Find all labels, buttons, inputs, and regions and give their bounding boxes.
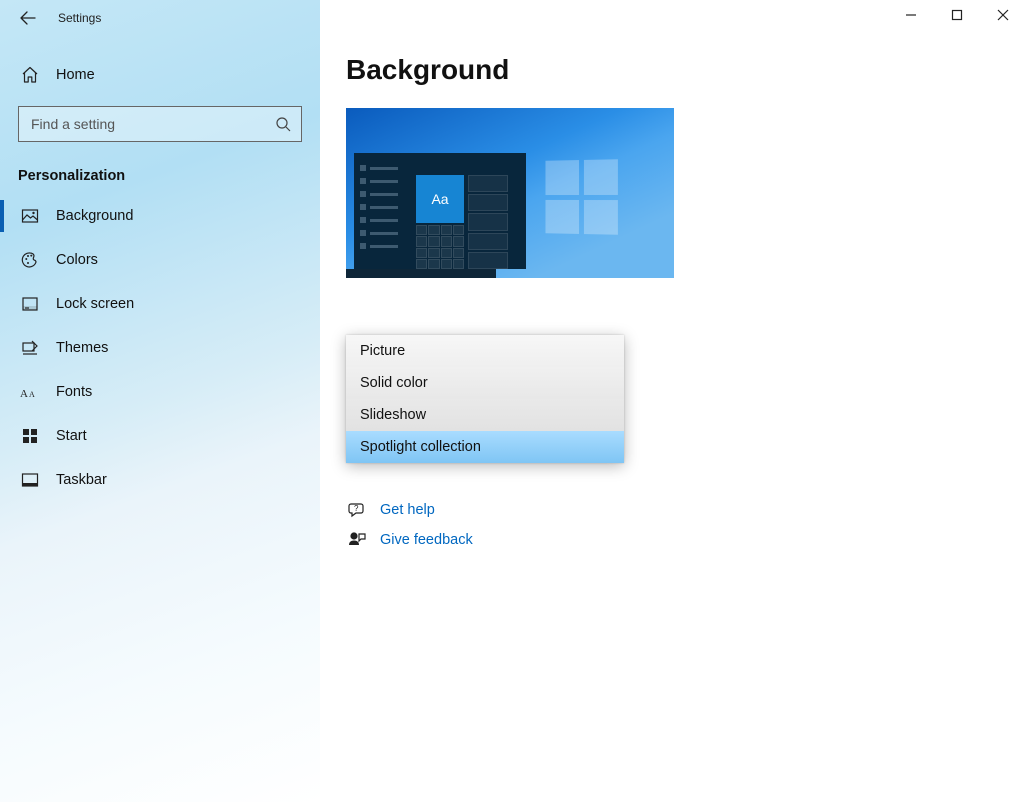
background-type-dropdown[interactable]: Picture Solid color Slideshow Spotlight … — [346, 335, 624, 463]
feedback-icon — [346, 531, 368, 549]
preview-start-menu: Aa — [354, 153, 526, 269]
back-button[interactable] — [12, 2, 44, 34]
close-button[interactable] — [980, 0, 1026, 30]
dropdown-option-slideshow[interactable]: Slideshow — [346, 399, 624, 431]
palette-icon — [20, 251, 40, 269]
preview-sample-text: Aa — [416, 175, 464, 223]
get-help-row[interactable]: ? Get help — [346, 501, 1026, 519]
dropdown-option-spotlight[interactable]: Spotlight collection — [346, 431, 624, 463]
svg-text:A: A — [29, 390, 35, 399]
main-area: Background Aa — [320, 0, 1026, 802]
home-icon — [20, 66, 40, 84]
nav-label: Fonts — [56, 384, 92, 400]
app-title: Settings — [58, 11, 101, 25]
home-label: Home — [56, 67, 95, 83]
arrow-left-icon — [20, 10, 36, 26]
give-feedback-row[interactable]: Give feedback — [346, 531, 1026, 549]
minimize-button[interactable] — [888, 0, 934, 30]
dropdown-option-picture[interactable]: Picture — [346, 335, 624, 367]
nav-label: Lock screen — [56, 296, 134, 312]
nav-label: Background — [56, 208, 133, 224]
maximize-icon — [951, 9, 963, 21]
preview-taskbar — [346, 269, 496, 278]
nav-item-colors[interactable]: Colors — [0, 238, 320, 282]
sidebar: Settings Home Personalization Background — [0, 0, 320, 802]
dropdown-option-solid-color[interactable]: Solid color — [346, 367, 624, 399]
themes-icon — [20, 339, 40, 357]
maximize-button[interactable] — [934, 0, 980, 30]
titlebar-left: Settings — [0, 0, 320, 36]
nav-label: Themes — [56, 340, 108, 356]
give-feedback-link[interactable]: Give feedback — [380, 532, 473, 548]
nav-label: Colors — [56, 252, 98, 268]
fonts-icon: AA — [20, 383, 40, 401]
get-help-link[interactable]: Get help — [380, 502, 435, 518]
nav-label: Taskbar — [56, 472, 107, 488]
svg-text:?: ? — [354, 504, 359, 513]
nav-item-lockscreen[interactable]: Lock screen — [0, 282, 320, 326]
svg-text:A: A — [20, 388, 28, 400]
search-input[interactable] — [29, 115, 253, 133]
nav-label: Start — [56, 428, 87, 444]
home-link[interactable]: Home — [0, 54, 320, 96]
nav-item-themes[interactable]: Themes — [0, 326, 320, 370]
picture-icon — [20, 207, 40, 225]
minimize-icon — [905, 9, 917, 21]
close-icon — [997, 9, 1009, 21]
window-controls — [888, 0, 1026, 30]
nav-item-background[interactable]: Background — [0, 194, 320, 238]
page-title: Background — [346, 54, 1026, 86]
help-icon: ? — [346, 501, 368, 519]
start-icon — [20, 427, 40, 445]
lockscreen-icon — [20, 295, 40, 313]
nav-item-fonts[interactable]: AA Fonts — [0, 370, 320, 414]
settings-window: Settings Home Personalization Background — [0, 0, 1026, 802]
windows-logo-icon — [545, 159, 617, 234]
section-label: Personalization — [18, 168, 320, 184]
nav-item-start[interactable]: Start — [0, 414, 320, 458]
nav-item-taskbar[interactable]: Taskbar — [0, 458, 320, 502]
search-icon — [275, 116, 291, 132]
background-preview: Aa — [346, 108, 674, 278]
search-box[interactable] — [18, 106, 302, 142]
taskbar-icon — [20, 471, 40, 489]
